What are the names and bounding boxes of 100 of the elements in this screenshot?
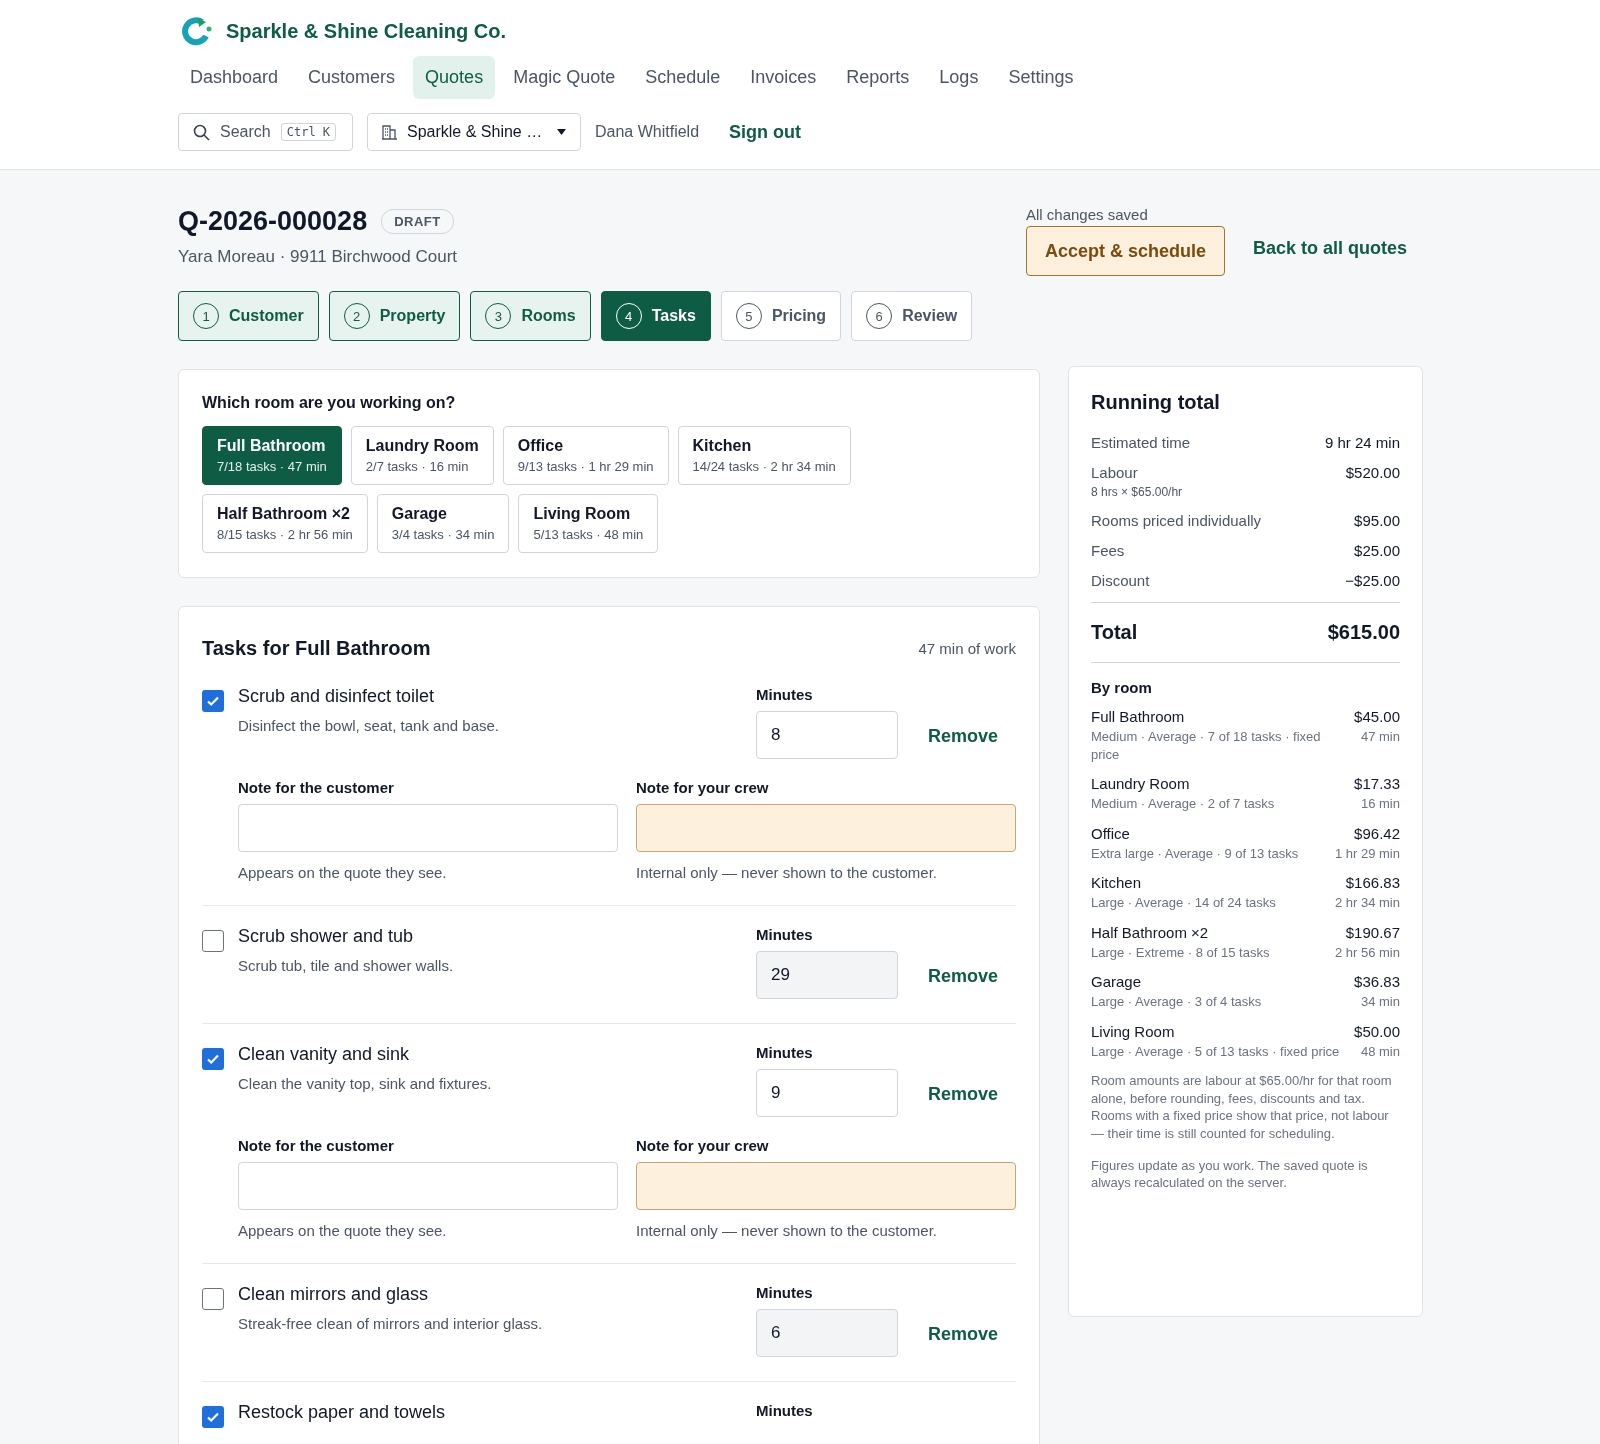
task-description: Disinfect the bowl, seat, tank and base. bbox=[238, 717, 500, 734]
room-chip[interactable]: Garage 3/4 tasks · 34 min bbox=[376, 494, 510, 553]
sign-out-link[interactable]: Sign out bbox=[729, 121, 802, 143]
panel-title: Running total bbox=[1091, 391, 1221, 414]
step-tab[interactable]: 1 Customer bbox=[178, 291, 319, 341]
room-chip[interactable]: Laundry Room 2/7 tasks · 16 min bbox=[350, 426, 494, 485]
tasks-title: Tasks for Full Bathroom bbox=[202, 637, 431, 660]
nav-link[interactable]: Dashboard bbox=[178, 56, 291, 99]
customer-note-input[interactable] bbox=[238, 1162, 618, 1210]
note-label: Note for your crew bbox=[636, 1137, 770, 1154]
search-field[interactable]: Search Ctrl K bbox=[178, 113, 353, 151]
room-detail: Extra large · Average · 9 of 13 tasks bbox=[1091, 844, 1299, 863]
crew-note-input[interactable] bbox=[636, 804, 1016, 852]
work-summary: 47 min of work bbox=[918, 640, 1016, 657]
nav-link[interactable]: Settings bbox=[996, 56, 1086, 99]
nav-link[interactable]: Customers bbox=[296, 56, 408, 99]
room-time: 47 min bbox=[1359, 728, 1400, 746]
room-name: Half Bathroom ×2 bbox=[1091, 923, 1210, 941]
room-chip[interactable]: Kitchen 14/24 tasks · 2 hr 34 min bbox=[677, 426, 851, 485]
minutes-input[interactable]: 8 bbox=[756, 711, 898, 759]
line-detail: 8 hrs × $65.00/hr bbox=[1091, 485, 1183, 499]
nav-link[interactable]: Schedule bbox=[633, 56, 733, 99]
room-chip[interactable]: Full Bathroom 7/18 tasks · 47 min bbox=[202, 426, 342, 485]
room-time: 2 hr 56 min bbox=[1334, 943, 1400, 962]
total-value: $615.00 bbox=[1327, 621, 1400, 644]
task-checkbox[interactable] bbox=[202, 930, 224, 952]
brand-name: Sparkle & Shine Cleaning Co. bbox=[226, 19, 507, 43]
room-question: Which room are you working on? bbox=[202, 394, 457, 412]
remove-link[interactable]: Remove bbox=[927, 1324, 998, 1345]
room-amount: $50.00 bbox=[1354, 1022, 1400, 1040]
task-description: Streak-free clean of mirrors and interior glass. bbox=[238, 1315, 544, 1332]
line-value: 9 hr 24 min bbox=[1324, 434, 1400, 451]
step-tab[interactable]: 5 Pricing bbox=[720, 291, 842, 341]
nav-link[interactable]: Magic Quote bbox=[501, 56, 628, 99]
task-checkbox[interactable] bbox=[202, 1406, 224, 1428]
accept-schedule-button[interactable]: Accept & schedule bbox=[1026, 226, 1226, 276]
save-status: All changes saved bbox=[1026, 206, 1148, 223]
room-chip[interactable]: Half Bathroom ×2 8/15 tasks · 2 hr 56 min bbox=[202, 494, 368, 553]
search-icon bbox=[193, 123, 210, 141]
crew-note-input[interactable] bbox=[636, 1162, 1016, 1210]
nav-link[interactable]: Reports bbox=[834, 56, 922, 99]
note-label: Note for the customer bbox=[238, 1137, 395, 1154]
note-hint: Appears on the quote they see. bbox=[238, 1222, 448, 1239]
customer-note-input[interactable] bbox=[238, 804, 618, 852]
room-detail: Large · Extreme · 8 of 15 tasks bbox=[1091, 943, 1270, 962]
note-hint: Appears on the quote they see. bbox=[238, 864, 448, 881]
task-checkbox[interactable] bbox=[202, 1048, 224, 1070]
room-detail: Medium · Average · 7 of 18 tasks · fixed price bbox=[1091, 728, 1322, 764]
minutes-input[interactable]: 9 bbox=[756, 1069, 898, 1117]
task-checkbox[interactable] bbox=[202, 1288, 224, 1310]
line-label: Fees bbox=[1091, 542, 1125, 559]
quote-number: Q-2026-000028 bbox=[178, 206, 368, 237]
room-time: 48 min bbox=[1359, 1042, 1400, 1061]
by-room-title: By room bbox=[1091, 679, 1153, 696]
room-detail: Large · Average · 14 of 24 tasks bbox=[1091, 894, 1276, 912]
company-select[interactable]: Sparkle & Shine … bbox=[367, 113, 581, 151]
minutes-label: Minutes bbox=[756, 1402, 814, 1419]
step-tab[interactable]: 4 Tasks bbox=[600, 291, 711, 341]
task-name: Scrub and disinfect toilet bbox=[238, 686, 436, 707]
remove-link[interactable]: Remove bbox=[927, 726, 998, 747]
remove-link[interactable]: Remove bbox=[927, 966, 998, 987]
minutes-input[interactable]: 6 bbox=[756, 1309, 898, 1357]
step-tab[interactable]: 6 Review bbox=[851, 291, 973, 341]
minutes-label: Minutes bbox=[756, 1284, 814, 1301]
step-tab[interactable]: 2 Property bbox=[328, 291, 461, 341]
nav-link[interactable]: Logs bbox=[927, 56, 991, 99]
nav-link[interactable]: Quotes bbox=[413, 56, 496, 99]
task-description: Clean the vanity top, sink and fixtures. bbox=[238, 1075, 493, 1092]
task-checkbox[interactable] bbox=[202, 690, 224, 712]
shortcut-key: Ctrl K bbox=[280, 123, 337, 141]
note-label: Note for your crew bbox=[636, 779, 770, 796]
minutes-input[interactable]: 29 bbox=[756, 951, 898, 999]
note-hint: Internal only — never shown to the customer. bbox=[636, 1222, 938, 1239]
panel-note: Room amounts are labour at $65.00/hr for that room alone, before rounding, fees, discounts and tax. Rooms with a fixed price show that price, not labour — their time is still counted for scheduling. bbox=[1091, 1072, 1393, 1143]
room-name: Office bbox=[1091, 824, 1131, 842]
nav-link[interactable]: Invoices bbox=[738, 56, 829, 99]
room-time: 2 hr 34 min bbox=[1334, 894, 1400, 912]
room-time: 1 hr 29 min bbox=[1334, 844, 1400, 863]
room-name: Kitchen bbox=[1091, 874, 1143, 892]
minutes-label: Minutes bbox=[756, 686, 814, 703]
line-label: Labour bbox=[1091, 464, 1139, 481]
building-icon bbox=[382, 124, 397, 140]
user-name: Dana Whitfield bbox=[595, 123, 700, 141]
task-name: Restock paper and towels bbox=[238, 1402, 447, 1423]
quote-subtitle: Yara Moreau · 9911 Birchwood Court bbox=[178, 247, 458, 267]
line-value: −$25.00 bbox=[1345, 572, 1400, 589]
checkmark-icon bbox=[206, 694, 220, 708]
room-name: Garage bbox=[1091, 973, 1143, 991]
room-detail: Medium · Average · 2 of 7 tasks bbox=[1091, 795, 1275, 813]
room-time: 34 min bbox=[1359, 993, 1400, 1011]
room-name: Full Bathroom bbox=[1091, 708, 1186, 725]
step-tab[interactable]: 3 Rooms bbox=[470, 291, 591, 341]
room-amount: $190.67 bbox=[1344, 923, 1400, 941]
line-label: Rooms priced individually bbox=[1091, 512, 1262, 529]
remove-link[interactable]: Remove bbox=[927, 1084, 998, 1105]
back-link[interactable]: Back to all quotes bbox=[1253, 238, 1408, 259]
room-chip[interactable]: Office 9/13 tasks · 1 hr 29 min bbox=[502, 426, 669, 485]
total-label: Total bbox=[1091, 621, 1138, 644]
note-label: Note for the customer bbox=[238, 779, 395, 796]
room-chip[interactable]: Living Room 5/13 tasks · 48 min bbox=[518, 494, 659, 553]
